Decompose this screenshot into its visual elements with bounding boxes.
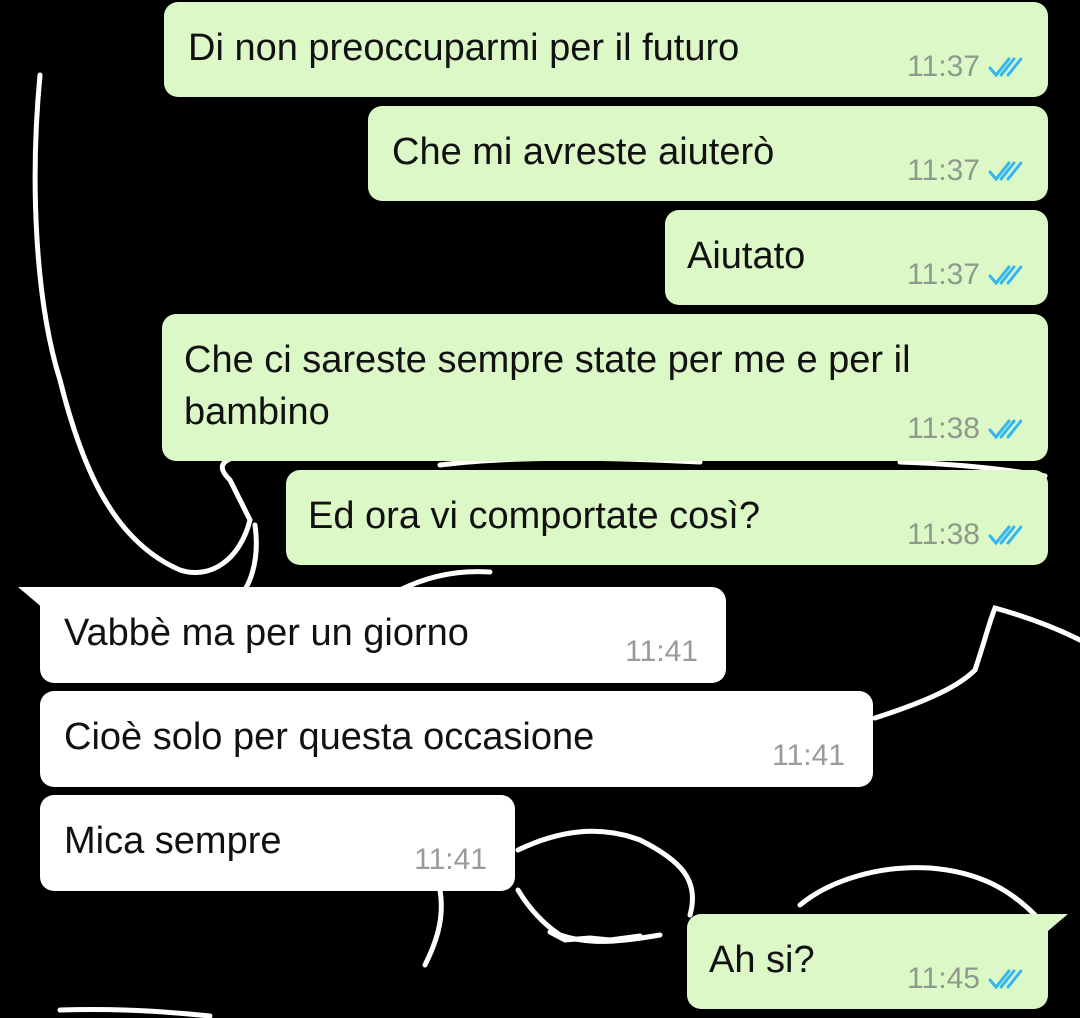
message-time: 11:37 bbox=[907, 50, 980, 83]
read-double-check-icon bbox=[988, 57, 1022, 78]
read-double-check-icon bbox=[988, 969, 1022, 990]
message-bubble-outgoing[interactable]: Ed ora vi comportate così? 11:38 bbox=[286, 470, 1048, 565]
message-time: 11:38 bbox=[907, 412, 980, 445]
message-text: Cioè solo per questa occasione bbox=[64, 716, 595, 758]
message-text-line2: bambino bbox=[184, 391, 330, 433]
message-meta: 11:37 bbox=[907, 258, 1022, 292]
message-meta: 11:41 bbox=[625, 635, 698, 669]
message-bubble-outgoing[interactable]: Che ci sareste sempre state per me e per… bbox=[162, 314, 1048, 461]
message-meta: 11:41 bbox=[772, 739, 845, 773]
message-text: Vabbè ma per un giorno bbox=[64, 612, 469, 654]
message-meta: 11:41 bbox=[414, 843, 487, 877]
message-time: 11:45 bbox=[907, 962, 980, 995]
message-bubble-outgoing[interactable]: Aiutato 11:37 bbox=[665, 210, 1048, 305]
message-text: Che mi avreste aiuterò bbox=[392, 131, 775, 173]
message-time: 11:38 bbox=[907, 518, 980, 551]
message-text: Ed ora vi comportate così? bbox=[308, 495, 760, 537]
read-double-check-icon bbox=[988, 525, 1022, 546]
message-text: Aiutato bbox=[687, 235, 806, 277]
message-meta: 11:37 bbox=[907, 50, 1022, 84]
message-text: Di non preoccuparmi per il futuro bbox=[188, 27, 740, 69]
read-double-check-icon bbox=[988, 265, 1022, 286]
message-time: 11:37 bbox=[907, 154, 980, 187]
message-time: 11:37 bbox=[907, 258, 980, 291]
message-time: 11:41 bbox=[414, 843, 487, 876]
message-text-line1: Che ci sareste sempre state per me e per… bbox=[184, 339, 911, 381]
message-bubble-incoming[interactable]: Vabbè ma per un giorno 11:41 bbox=[40, 587, 726, 683]
message-bubble-outgoing[interactable]: Ah si? 11:45 bbox=[687, 914, 1048, 1009]
read-double-check-icon bbox=[988, 161, 1022, 182]
message-bubble-incoming[interactable]: Mica sempre 11:41 bbox=[40, 795, 515, 891]
message-text: Mica sempre bbox=[64, 820, 282, 862]
message-bubble-incoming[interactable]: Cioè solo per questa occasione 11:41 bbox=[40, 691, 873, 787]
message-meta: 11:38 bbox=[907, 412, 1022, 446]
message-meta: 11:38 bbox=[907, 518, 1022, 552]
message-time: 11:41 bbox=[772, 739, 845, 772]
read-double-check-icon bbox=[988, 419, 1022, 440]
message-time: 11:41 bbox=[625, 635, 698, 668]
message-bubble-outgoing[interactable]: Che mi avreste aiuterò 11:37 bbox=[368, 106, 1048, 201]
message-meta: 11:37 bbox=[907, 154, 1022, 188]
message-meta: 11:45 bbox=[907, 962, 1022, 996]
message-text: Ah si? bbox=[709, 939, 815, 981]
message-bubble-outgoing[interactable]: Di non preoccuparmi per il futuro 11:37 bbox=[164, 2, 1048, 97]
